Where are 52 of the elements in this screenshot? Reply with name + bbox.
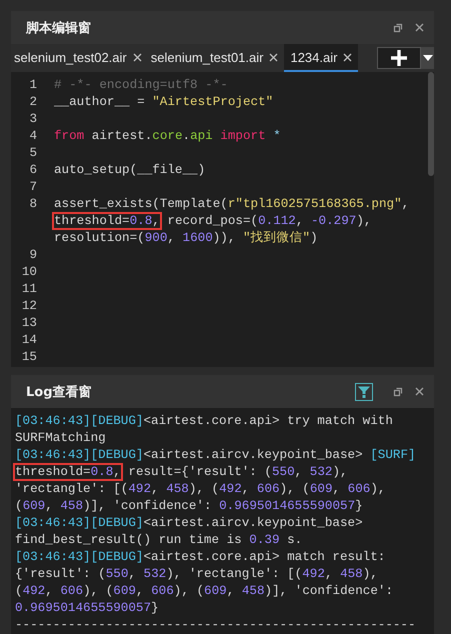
line-number: 3: [28, 111, 37, 128]
log-line: (492, 606), (609, 606), (609, 458)], 'confidence':: [15, 583, 394, 600]
scrollbar-thumb[interactable]: [428, 72, 434, 176]
close-icon[interactable]: [415, 387, 424, 396]
code-line: auto_setup(__file__): [54, 162, 206, 179]
log-line: [03:46:43][DEBUG]<airtest.aircv.keypoint_base>: [15, 515, 364, 532]
code-line: __author__ = "AirtestProject": [54, 94, 274, 111]
line-number: 15: [20, 349, 37, 366]
close-icon[interactable]: [415, 23, 424, 32]
maximize-icon[interactable]: [393, 386, 403, 396]
log-line: [03:46:43][DEBUG]<airtest.core.api> try match with: [15, 413, 394, 430]
line-number: 2: [28, 94, 37, 111]
caret-icon: [422, 55, 432, 61]
log-line: [03:46:43][DEBUG]<airtest.core.api> match result:: [15, 549, 386, 566]
line-number: 4: [28, 128, 37, 145]
line-number: 8: [28, 196, 37, 213]
close-icon[interactable]: [343, 52, 352, 62]
panel-title: 脚本编辑窗: [26, 20, 91, 36]
log-line: SURFMatching: [15, 430, 107, 447]
close-icon[interactable]: [132, 52, 142, 62]
panel-title: Log查看窗: [26, 384, 92, 400]
code-line: from airtest.core.api import *: [54, 128, 281, 145]
log-line: 0.9695014655590057}: [15, 600, 160, 617]
code-line: # -*- encoding=utf8 -*-: [54, 77, 228, 94]
code-line: threshold=0.8, record_pos=(0.112, -0.297),: [54, 213, 372, 230]
line-number: 9: [28, 247, 37, 264]
log-line: [03:46:43][DEBUG]<airtest.aircv.keypoint_base> [SURF]: [15, 447, 417, 464]
log-line: {'result': (550, 532), 'rectangle': [(492, 458),: [15, 566, 379, 583]
line-number: 10: [20, 264, 37, 281]
plus-icon: [390, 49, 408, 67]
line-number: 12: [20, 298, 37, 315]
filter-icon: [357, 384, 371, 398]
log-line: 'rectangle': [(492, 458), (492, 606), (609, 606),: [15, 481, 386, 498]
filter-button[interactable]: [355, 382, 373, 400]
line-number: 13: [20, 315, 37, 332]
code-line: assert_exists(Template(r"tpl1602575168365.png",: [54, 196, 410, 213]
log-line: find_best_result() run time is 0.39 s.: [15, 532, 304, 549]
line-number: 6: [28, 162, 37, 179]
dropdown-button[interactable]: [421, 47, 434, 69]
close-icon[interactable]: [269, 52, 278, 62]
add-button[interactable]: [377, 47, 421, 69]
log-line: (609, 458)], 'confidence': 0.9695014655590057}: [15, 498, 364, 515]
log-line: threshold=0.8, result={'result': (550, 532),: [15, 464, 349, 481]
log-line: -----------------------------------------------------: [15, 617, 417, 634]
line-number: 11: [20, 281, 37, 298]
maximize-icon[interactable]: [393, 22, 403, 32]
line-number: 14: [20, 332, 37, 349]
line-number: 5: [28, 145, 37, 162]
line-number: 7: [28, 179, 37, 196]
code-line: resolution=(900, 1600)), "找到微信"): [54, 230, 319, 247]
line-number: 1: [28, 77, 37, 94]
file-tab[interactable]: 1234.air: [284, 44, 358, 72]
